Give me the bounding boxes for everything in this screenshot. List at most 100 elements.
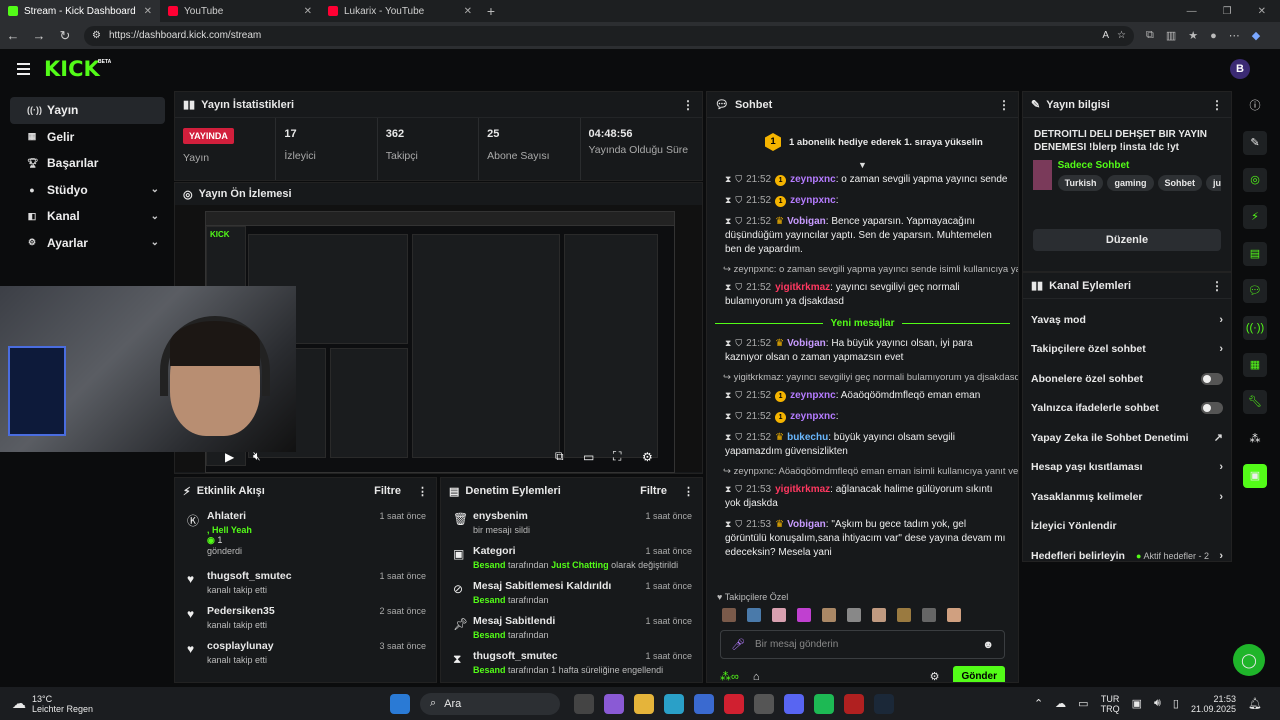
weather-widget[interactable]: ☁ 13°C Leichter Regen xyxy=(0,694,390,714)
layout-icon[interactable]: ▦ xyxy=(1243,353,1267,377)
store-app-icon[interactable] xyxy=(694,693,714,714)
site-info-icon[interactable]: ⚙ xyxy=(92,30,101,41)
emote-icon[interactable] xyxy=(722,608,736,622)
more-options-icon[interactable]: ⋮ xyxy=(998,98,1010,112)
tag[interactable]: Turkish xyxy=(1057,175,1104,191)
plugin-icon[interactable]: ▣ xyxy=(1243,464,1267,488)
timeout-icon[interactable]: ⧗ xyxy=(725,195,731,205)
timeout-icon[interactable]: ⧗ xyxy=(725,282,731,292)
sidebar-item-ayarlar[interactable]: ⚙ Ayarlar ⌄ xyxy=(10,230,165,257)
copilot-icon[interactable]: ◆ xyxy=(1252,29,1260,42)
category-name[interactable]: Just Chatting xyxy=(551,560,609,570)
pencil-icon[interactable]: ✎ xyxy=(1243,131,1267,155)
theater-icon[interactable]: ▭ xyxy=(583,450,594,464)
chat-settings-icon[interactable]: ⚙ xyxy=(930,670,940,682)
channel-action-item[interactable]: Abonelere özel sohbet xyxy=(1023,364,1231,394)
ban-icon[interactable]: ⛉ xyxy=(735,484,742,494)
channel-action-item[interactable]: Hesap yaşı kısıtlaması › xyxy=(1023,453,1231,483)
emote-icon[interactable] xyxy=(897,608,911,622)
volume-icon[interactable]: 🔊︎ xyxy=(1154,697,1161,710)
discord-icon[interactable] xyxy=(784,693,804,714)
usb-tray-icon[interactable]: ▭ xyxy=(1078,697,1088,710)
more-options-icon[interactable]: ⋮ xyxy=(682,98,694,112)
toggle-switch[interactable] xyxy=(1201,402,1223,415)
back-icon[interactable]: ← xyxy=(6,28,20,43)
ban-icon[interactable]: ⛉ xyxy=(735,195,742,205)
close-icon[interactable]: ✕ xyxy=(144,6,152,17)
ban-icon[interactable]: ⛉ xyxy=(735,174,742,184)
sidebar-item-gelir[interactable]: ▦ Gelir xyxy=(10,124,165,151)
emote-icon[interactable] xyxy=(822,608,836,622)
menu-icon[interactable] xyxy=(17,63,30,78)
profile-icon[interactable]: ● xyxy=(1210,30,1217,42)
minimize-icon[interactable]: — xyxy=(1187,6,1197,17)
timeout-icon[interactable]: ⧗ xyxy=(725,411,731,421)
edit-button[interactable]: Düzenle xyxy=(1033,229,1221,251)
category-thumbnail[interactable] xyxy=(1033,160,1052,190)
more-icon[interactable]: ⋯ xyxy=(1229,29,1240,42)
toggle-switch[interactable] xyxy=(1201,372,1223,385)
chat-username[interactable]: yigitkrkmaz xyxy=(775,484,830,495)
task-view-icon[interactable] xyxy=(574,693,594,714)
emote-icon[interactable] xyxy=(922,608,936,622)
clock[interactable]: 21:53 21.09.2025 xyxy=(1191,694,1236,714)
timeout-icon[interactable]: ⧗ xyxy=(725,519,731,529)
filter-button[interactable]: Filtre xyxy=(640,485,667,497)
more-options-icon[interactable]: ⋮ xyxy=(683,485,694,498)
tag[interactable]: justch xyxy=(1206,175,1221,191)
app-icon[interactable] xyxy=(844,693,864,714)
timeout-icon[interactable]: ⧗ xyxy=(725,432,731,442)
ban-icon[interactable]: ⛉ xyxy=(735,282,742,292)
forward-icon[interactable]: → xyxy=(32,28,46,43)
battery-icon[interactable]: ▯ xyxy=(1173,697,1179,710)
avatar[interactable]: B xyxy=(1230,59,1250,79)
help-icon[interactable]: ◯ xyxy=(1233,644,1265,676)
timeout-icon[interactable]: ⧗ xyxy=(725,338,731,348)
pip-icon[interactable]: ⧉ xyxy=(555,449,564,464)
channel-action-item[interactable]: Yavaş mod › xyxy=(1023,305,1231,335)
sidebar-item-basarilar[interactable]: 🏆︎ Başarılar xyxy=(10,150,165,177)
emote-icon[interactable] xyxy=(797,608,811,622)
chat-username[interactable]: Vobigan xyxy=(787,338,826,349)
lightning-icon[interactable]: ⚡︎ xyxy=(1243,205,1267,229)
timeout-icon[interactable]: ⧗ xyxy=(725,390,731,400)
timeout-icon[interactable]: ⧗ xyxy=(725,174,731,184)
more-options-icon[interactable]: ⋮ xyxy=(1211,279,1223,293)
sidebar-item-kanal[interactable]: ◧ Kanal ⌄ xyxy=(10,203,165,230)
reply-context[interactable]: ↪︎ zeynpxnc: Aöaöqöömdmfleqö eman eman i… xyxy=(707,463,1018,480)
emote-icon[interactable] xyxy=(747,608,761,622)
chat-username[interactable]: bukechu xyxy=(787,432,828,443)
kick-logo[interactable]: KICK xyxy=(44,57,100,81)
maximize-icon[interactable]: ❐ xyxy=(1223,6,1232,17)
more-options-icon[interactable]: ⋮ xyxy=(1211,98,1223,112)
extensions-icon[interactable]: ⧉ xyxy=(1146,29,1154,42)
browser-tab[interactable]: YouTube ✕ xyxy=(160,0,320,22)
emote-icon[interactable] xyxy=(847,608,861,622)
document-icon[interactable]: ▤ xyxy=(1243,242,1267,266)
channel-action-item[interactable]: İzleyici Yönlendir xyxy=(1023,512,1231,542)
ban-icon[interactable]: ⛉ xyxy=(735,519,742,529)
language-indicator[interactable]: TUR TRQ xyxy=(1101,694,1120,714)
chat-username[interactable]: zeynpxnc xyxy=(790,411,836,422)
send-button[interactable]: Gönder xyxy=(953,666,1005,682)
browser-tab[interactable]: Stream - Kick Dashboard ✕ xyxy=(0,0,160,22)
reply-context[interactable]: ↪︎ yigitkrkmaz: yayıncı sevgiliyi geç no… xyxy=(707,369,1018,386)
read-aloud-icon[interactable]: A xyxy=(1102,30,1109,41)
obs-icon[interactable] xyxy=(754,693,774,714)
chat-input[interactable]: 🎤︎ Bir mesaj gönderin ☻ xyxy=(720,630,1005,659)
emote-icon[interactable] xyxy=(772,608,786,622)
chat-username[interactable]: Vobigan xyxy=(787,519,826,530)
gift-leaderboard-banner[interactable]: 1 1 abonelik hediye ederek 1. sıraya yüks… xyxy=(707,118,1018,166)
channel-action-item[interactable]: Yapay Zeka ile Sohbet Denetimi ↗ xyxy=(1023,423,1231,453)
filter-button[interactable]: Filtre xyxy=(374,485,401,497)
channel-action-item[interactable]: Yasaklanmış kelimeler › xyxy=(1023,482,1231,512)
ban-icon[interactable]: ⛉ xyxy=(735,216,742,226)
favorites-icon[interactable]: ★ xyxy=(1188,29,1198,42)
emote-icon[interactable] xyxy=(947,608,961,622)
close-icon[interactable]: ✕ xyxy=(304,6,312,17)
favorite-star-icon[interactable]: ☆ xyxy=(1117,30,1126,41)
channel-action-item[interactable]: Hedefleri belirleyin ● Aktif hedefler - 2… xyxy=(1023,541,1231,571)
close-window-icon[interactable]: ✕ xyxy=(1258,6,1266,17)
url-input[interactable]: ⚙ https://dashboard.kick.com/stream A ☆ xyxy=(84,25,1134,46)
cloud-tray-icon[interactable]: ☁ xyxy=(1055,697,1066,710)
